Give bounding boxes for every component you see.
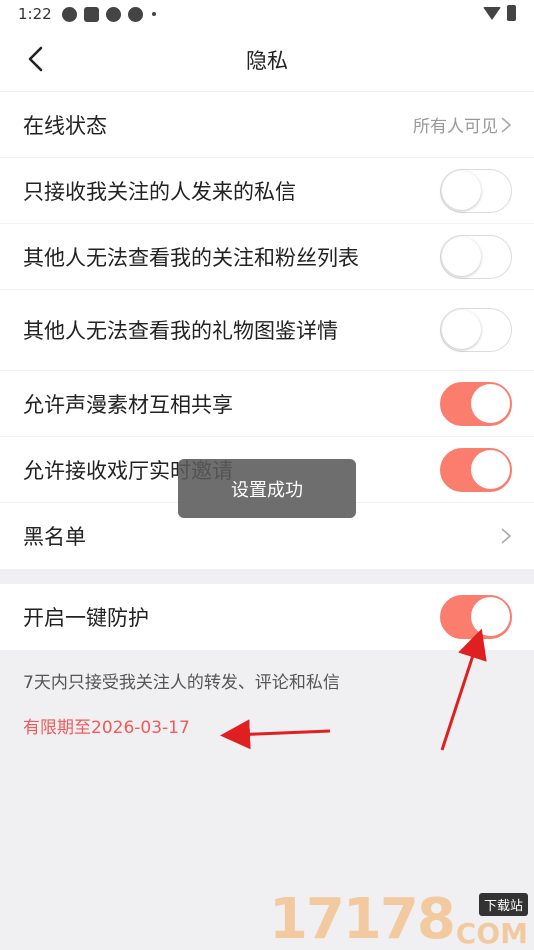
toggle-switch[interactable]: [440, 381, 512, 426]
section-divider: [0, 569, 534, 584]
back-arrow-icon[interactable]: [22, 44, 52, 74]
toggle-row-hide-gift-details: 其他人无法查看我的礼物图鉴详情: [0, 290, 534, 371]
toggle-knob: [471, 597, 510, 636]
battery-icon: [507, 5, 516, 21]
toggle-label: 只接收我关注的人发来的私信: [23, 179, 296, 204]
toast-message: 设置成功: [178, 459, 356, 518]
notification-icon-3: [127, 6, 143, 22]
page-title: 隐私: [246, 48, 288, 73]
nav-bar: 隐私: [0, 28, 534, 92]
online-status-label: 在线状态: [23, 113, 107, 138]
toggle-label: 其他人无法查看我的礼物图鉴详情: [23, 319, 338, 343]
more-notifications-dot-icon: [151, 12, 156, 16]
online-status-value: 所有人可见: [413, 112, 512, 137]
toggle-knob: [471, 383, 510, 423]
toggle-knob: [471, 449, 510, 489]
watermark-badge: 下载站: [478, 893, 528, 916]
toggle-label: 其他人无法查看我的关注和粉丝列表: [23, 245, 359, 270]
notification-icon: [61, 6, 77, 22]
toggle-knob: [442, 170, 481, 210]
watermark-side: 下载站 COM: [456, 893, 528, 948]
toggle-row-followed-only-messages: 只接收我关注的人发来的私信: [0, 158, 534, 224]
protection-section: 开启一键防护: [0, 584, 534, 650]
protection-label: 开启一键防护: [23, 606, 149, 630]
toggle-switch[interactable]: [440, 308, 512, 352]
status-time: 1:22: [18, 5, 52, 23]
toggle-switch[interactable]: [440, 234, 512, 279]
wifi-icon: [483, 6, 501, 20]
chevron-right-icon: [501, 528, 512, 544]
notification-icon-2: [105, 6, 121, 22]
chevron-right-icon: [501, 116, 512, 133]
toggle-row-share-materials: 允许声漫素材互相共享: [0, 371, 534, 437]
blacklist-label: 黑名单: [23, 525, 86, 549]
toggle-switch[interactable]: [440, 447, 512, 492]
watermark-number: 17178: [268, 887, 456, 950]
online-status-row[interactable]: 在线状态 所有人可见: [0, 92, 534, 158]
watermark-suffix: COM: [455, 917, 528, 950]
toggle-knob: [442, 310, 481, 349]
protection-description: 7天内只接受我关注人的转发、评论和私信: [23, 673, 340, 693]
toggle-label: 允许声漫素材互相共享: [23, 392, 233, 417]
toggle-row-hide-follow-lists: 其他人无法查看我的关注和粉丝列表: [0, 224, 534, 290]
online-status-value-text: 所有人可见: [413, 117, 498, 137]
protection-row: 开启一键防护: [0, 584, 534, 650]
toggle-knob: [442, 236, 481, 276]
toggle-switch[interactable]: [440, 168, 512, 213]
protection-expiry: 有限期至2026-03-17: [23, 718, 190, 738]
status-bar: 1:22: [0, 0, 534, 28]
site-watermark: 17178 下载站 COM: [269, 892, 528, 948]
protection-toggle-switch[interactable]: [440, 595, 512, 639]
app-notification-icon: [83, 6, 99, 22]
